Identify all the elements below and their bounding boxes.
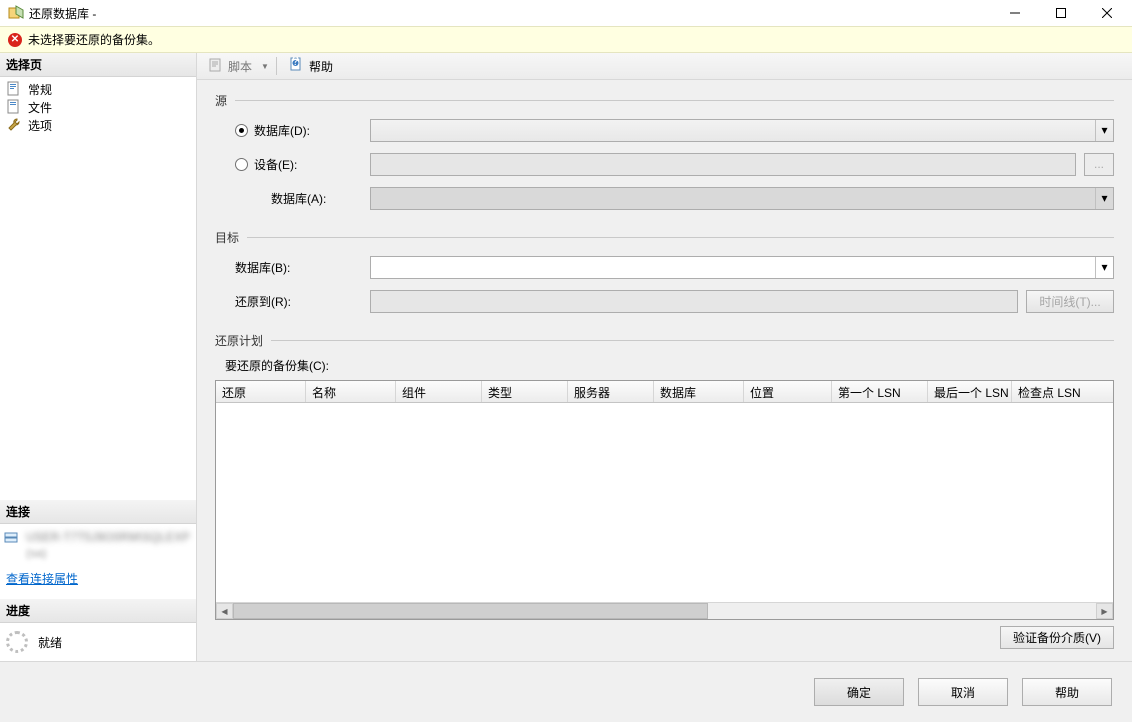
col-first-lsn[interactable]: 第一个 LSN xyxy=(832,381,928,402)
nav-options[interactable]: 选项 xyxy=(0,116,196,134)
toolbar: 脚本 ▼ ? 帮助 xyxy=(197,53,1132,80)
col-name[interactable]: 名称 xyxy=(306,381,396,402)
timeline-button-label: 时间线(T)... xyxy=(1039,293,1100,310)
target-database-combo[interactable]: ▾ xyxy=(370,256,1114,279)
target-db-label: 数据库(B): xyxy=(235,259,290,276)
timeline-button[interactable]: 时间线(T)... xyxy=(1026,290,1114,313)
group-source: 源 数据库(D): ▾ 设备(E): xyxy=(215,92,1114,219)
minimize-button[interactable] xyxy=(992,0,1038,26)
radio-device[interactable] xyxy=(235,158,248,171)
radio-device-label: 设备(E): xyxy=(254,156,297,173)
nav-files[interactable]: 文件 xyxy=(0,98,196,116)
source-sub-db-label: 数据库(A): xyxy=(271,190,326,207)
title-bar: 还原数据库 - xyxy=(0,0,1132,26)
col-checkpoint-lsn[interactable]: 检查点 LSN xyxy=(1012,381,1113,402)
right-panel: 脚本 ▼ ? 帮助 源 数据库(D): ▾ xyxy=(197,53,1132,661)
footer-help-label: 帮助 xyxy=(1055,684,1079,701)
page-icon xyxy=(6,99,22,115)
nav-general-label: 常规 xyxy=(28,81,52,98)
verify-media-label: 验证备份介质(V) xyxy=(1013,629,1101,646)
chevron-down-icon: ▾ xyxy=(1095,188,1113,209)
target-legend: 目标 xyxy=(215,229,239,246)
error-icon: ✕ xyxy=(8,33,22,47)
server-icon xyxy=(4,530,20,546)
maximize-button[interactable] xyxy=(1038,0,1084,26)
script-icon xyxy=(208,57,224,76)
scroll-right-icon[interactable]: ▶ xyxy=(1096,603,1113,619)
nav-general[interactable]: 常规 xyxy=(0,80,196,98)
backup-sets-grid[interactable]: 还原 名称 组件 类型 服务器 数据库 位置 第一个 LSN 最后一个 LSN … xyxy=(215,380,1114,620)
page-nav: 常规 文件 选项 xyxy=(0,77,196,137)
scroll-track[interactable] xyxy=(233,603,1096,619)
radio-database-label: 数据库(D): xyxy=(254,122,310,139)
script-dropdown-icon[interactable]: ▼ xyxy=(261,62,269,71)
chevron-down-icon: ▾ xyxy=(1095,257,1113,278)
script-label: 脚本 xyxy=(228,58,252,75)
page-icon xyxy=(6,81,22,97)
scroll-thumb[interactable] xyxy=(233,603,708,619)
spinner-icon xyxy=(6,631,28,653)
svg-text:?: ? xyxy=(292,57,299,68)
app-icon xyxy=(8,5,24,21)
group-plan: 还原计划 要还原的备份集(C): 还原 名称 组件 类型 服务器 数据库 位置 … xyxy=(215,332,1114,649)
backup-sets-label: 要还原的备份集(C): xyxy=(215,357,1114,374)
ok-label: 确定 xyxy=(847,684,871,701)
warning-bar: ✕ 未选择要还原的备份集。 xyxy=(0,26,1132,53)
view-connection-props-link[interactable]: 查看连接属性 xyxy=(0,566,196,599)
warning-text: 未选择要还原的备份集。 xyxy=(28,31,160,48)
device-path-field xyxy=(370,153,1076,176)
scroll-left-icon[interactable]: ◀ xyxy=(216,603,233,619)
wrench-icon xyxy=(6,117,22,133)
grid-horizontal-scrollbar[interactable]: ◀ ▶ xyxy=(216,602,1113,619)
chevron-down-icon: ▾ xyxy=(1095,120,1113,141)
grid-body xyxy=(216,403,1113,602)
col-database[interactable]: 数据库 xyxy=(654,381,744,402)
restore-to-field xyxy=(370,290,1018,313)
radio-database[interactable] xyxy=(235,124,248,137)
browse-device-button[interactable]: ... xyxy=(1084,153,1114,176)
col-restore[interactable]: 还原 xyxy=(216,381,306,402)
progress-header: 进度 xyxy=(0,599,196,623)
help-label: 帮助 xyxy=(309,58,333,75)
toolbar-separator xyxy=(276,57,277,75)
plan-legend: 还原计划 xyxy=(215,332,263,349)
connection-body: USER-T7T5J9O0RM\SQLEXP (sa) xyxy=(0,524,196,566)
source-database-combo[interactable]: ▾ xyxy=(370,119,1114,142)
progress-status: 就绪 xyxy=(38,634,62,651)
source-legend: 源 xyxy=(215,92,227,109)
connection-user: (sa) xyxy=(4,546,192,560)
connection-server: USER-T7T5J9O0RM\SQLEXP xyxy=(26,530,190,544)
nav-options-label: 选项 xyxy=(28,117,52,134)
left-panel: 选择页 常规 文件 选项 连接 USER-T7T5J9O0RM\SQLEXP (… xyxy=(0,53,197,661)
grid-header: 还原 名称 组件 类型 服务器 数据库 位置 第一个 LSN 最后一个 LSN … xyxy=(216,381,1113,403)
col-position[interactable]: 位置 xyxy=(744,381,832,402)
footer-help-button[interactable]: 帮助 xyxy=(1022,678,1112,706)
cancel-label: 取消 xyxy=(951,684,975,701)
nav-files-label: 文件 xyxy=(28,99,52,116)
ok-button[interactable]: 确定 xyxy=(814,678,904,706)
help-button[interactable]: ? 帮助 xyxy=(284,55,338,77)
script-button[interactable]: 脚本 xyxy=(203,55,257,77)
cancel-button[interactable]: 取消 xyxy=(918,678,1008,706)
dialog-footer: 确定 取消 帮助 xyxy=(0,662,1132,722)
ellipsis-icon: ... xyxy=(1094,157,1104,171)
help-icon: ? xyxy=(289,57,305,76)
select-page-header: 选择页 xyxy=(0,53,196,77)
source-sub-db-combo: ▾ xyxy=(370,187,1114,210)
progress-body: 就绪 xyxy=(0,623,196,661)
verify-media-button[interactable]: 验证备份介质(V) xyxy=(1000,626,1114,649)
col-type[interactable]: 类型 xyxy=(482,381,568,402)
close-button[interactable] xyxy=(1084,0,1130,26)
col-last-lsn[interactable]: 最后一个 LSN xyxy=(928,381,1012,402)
col-component[interactable]: 组件 xyxy=(396,381,482,402)
group-target: 目标 数据库(B): ▾ 还原到(R): 时间线(T)... xyxy=(215,229,1114,322)
restore-to-label: 还原到(R): xyxy=(235,293,291,310)
window-title: 还原数据库 - xyxy=(29,5,96,22)
col-server[interactable]: 服务器 xyxy=(568,381,654,402)
connection-header: 连接 xyxy=(0,500,196,524)
